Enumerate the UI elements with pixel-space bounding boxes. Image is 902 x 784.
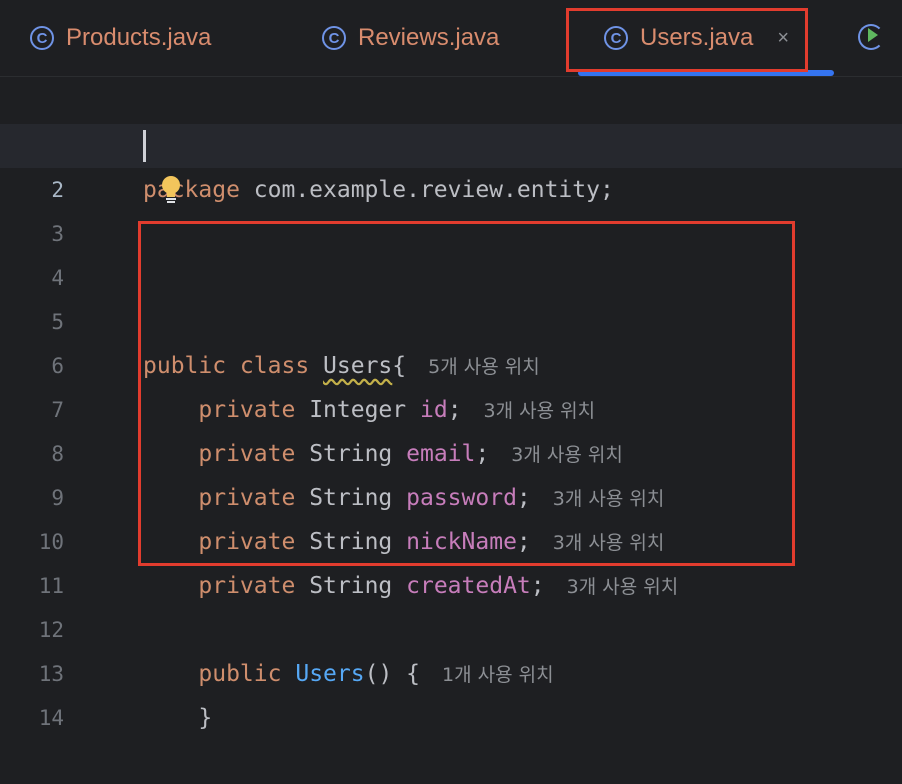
code-line: 6 private Integer id; 3개 사용 위치 [0,300,902,423]
close-tab-icon[interactable]: × [777,27,789,50]
code-line: 4 [0,212,902,290]
lightbulb-icon[interactable] [158,174,184,206]
tab-label: Reviews.java [358,24,500,51]
code-line: 11 [0,520,902,598]
code-line: 12 public Users() {1개 사용 위치 [0,564,902,687]
code-line: 1 package com.example.review.entity; [0,80,902,203]
code-line: 10 private String createdAt; 3개 사용 위치 [0,476,902,599]
tab-users-java[interactable]: C Users.java × [604,0,789,76]
line-number: 14 [38,706,64,730]
text-caret [143,130,146,162]
code-line: 13 } [0,608,902,731]
code-line: 7 private String email; 3개 사용 위치 [0,344,902,467]
tab-label: Users.java [640,24,754,51]
run-class-icon[interactable] [858,24,884,50]
code-line: 14 [0,652,902,730]
class-c-icon: C [30,26,54,50]
tab-products-java[interactable]: C Products.java [30,0,211,76]
code-line: 5 public class Users{5개 사용 위치 [0,256,902,379]
tab-label: Products.java [66,24,212,51]
code-line-current: 2 [0,124,902,202]
class-c-icon: C [604,26,628,50]
code-line: 3 [0,168,902,246]
class-c-icon: C [322,26,346,50]
closing-brace: } [198,705,213,731]
code-line: 8 private String password; 3개 사용 위치 [0,388,902,511]
code-editor[interactable]: 1 package com.example.review.entity; 2 3… [0,80,902,731]
editor-tab-bar: C Products.java C Reviews.java C Users.j… [0,0,902,77]
active-tab-indicator [578,70,834,76]
code-line: 9 private String nickName; 3개 사용 위치 [0,432,902,555]
tab-reviews-java[interactable]: C Reviews.java [322,0,499,76]
